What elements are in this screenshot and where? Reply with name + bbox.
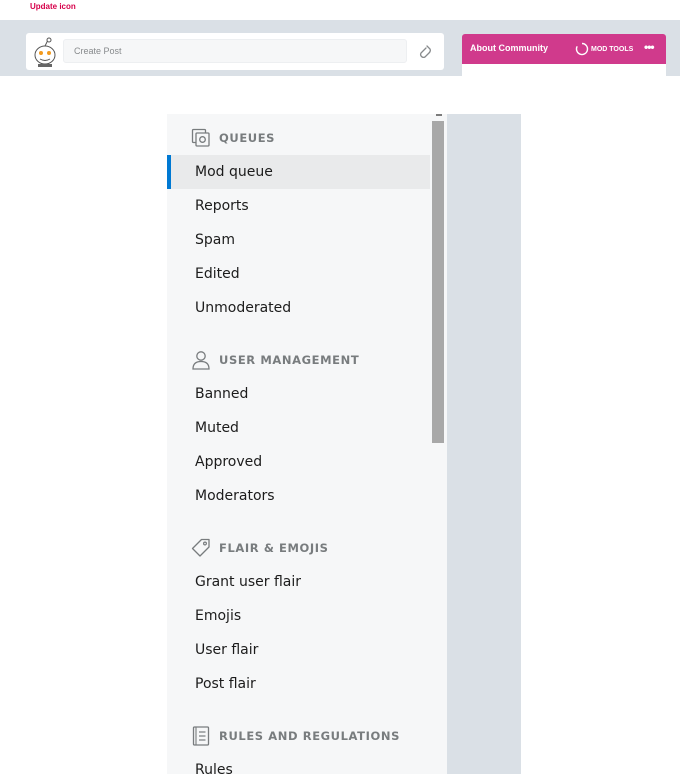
about-community-header: About Community MOD TOOLS ••• bbox=[462, 34, 666, 64]
section-label-user-management: USER MANAGEMENT bbox=[219, 353, 360, 367]
mod-tools-sidebar: QUEUES Mod queue Reports Spam Edited Unm… bbox=[167, 114, 430, 774]
sidebar-item-emojis[interactable]: Emojis bbox=[167, 599, 430, 633]
sidebar-item-moderators[interactable]: Moderators bbox=[167, 479, 430, 513]
link-icon[interactable] bbox=[418, 43, 434, 59]
sidebar-item-mod-queue[interactable]: Mod queue bbox=[167, 155, 430, 189]
section-user-management: USER MANAGEMENT bbox=[191, 349, 359, 371]
rules-icon bbox=[192, 726, 210, 746]
about-community-title: About Community bbox=[470, 43, 548, 53]
snoo-avatar-icon[interactable] bbox=[32, 37, 58, 67]
mod-tools-panel: QUEUES Mod queue Reports Spam Edited Unm… bbox=[167, 114, 521, 774]
tag-icon bbox=[191, 538, 210, 557]
create-post-card: Create Post bbox=[26, 33, 444, 70]
section-rules-regulations: RULES AND REGULATIONS bbox=[191, 725, 400, 747]
section-flair-emojis: FLAIR & EMOJIS bbox=[191, 537, 329, 559]
section-label-rules-regulations: RULES AND REGULATIONS bbox=[219, 729, 400, 743]
mod-tools-button[interactable]: MOD TOOLS bbox=[575, 41, 633, 57]
sidebar-item-reports[interactable]: Reports bbox=[167, 189, 430, 223]
sidebar-item-unmoderated[interactable]: Unmoderated bbox=[167, 291, 430, 325]
scroll-up-arrow-icon[interactable] bbox=[436, 114, 442, 116]
sidebar-item-post-flair[interactable]: Post flair bbox=[167, 667, 430, 701]
sidebar-scrollbar-thumb[interactable] bbox=[432, 121, 444, 443]
sidebar-item-banned[interactable]: Banned bbox=[167, 377, 430, 411]
section-queues: QUEUES bbox=[191, 127, 275, 149]
queue-icon bbox=[191, 128, 210, 147]
more-options-icon[interactable]: ••• bbox=[644, 40, 655, 54]
create-post-input[interactable]: Create Post bbox=[63, 39, 407, 63]
sidebar-item-edited[interactable]: Edited bbox=[167, 257, 430, 291]
sidebar-item-grant-user-flair[interactable]: Grant user flair bbox=[167, 565, 430, 599]
sidebar-item-spam[interactable]: Spam bbox=[167, 223, 430, 257]
section-label-queues: QUEUES bbox=[219, 131, 276, 145]
mod-tools-icon bbox=[575, 42, 589, 56]
about-community-body bbox=[462, 64, 666, 76]
annotation-title: Update icon bbox=[30, 2, 76, 11]
sidebar-item-approved[interactable]: Approved bbox=[167, 445, 430, 479]
mod-tools-label: MOD TOOLS bbox=[591, 45, 634, 53]
sidebar-item-muted[interactable]: Muted bbox=[167, 411, 430, 445]
user-icon bbox=[192, 351, 210, 370]
sidebar-item-rules[interactable]: Rules bbox=[167, 753, 430, 774]
section-label-flair-emojis: FLAIR & EMOJIS bbox=[219, 541, 329, 555]
sidebar-item-user-flair[interactable]: User flair bbox=[167, 633, 430, 667]
